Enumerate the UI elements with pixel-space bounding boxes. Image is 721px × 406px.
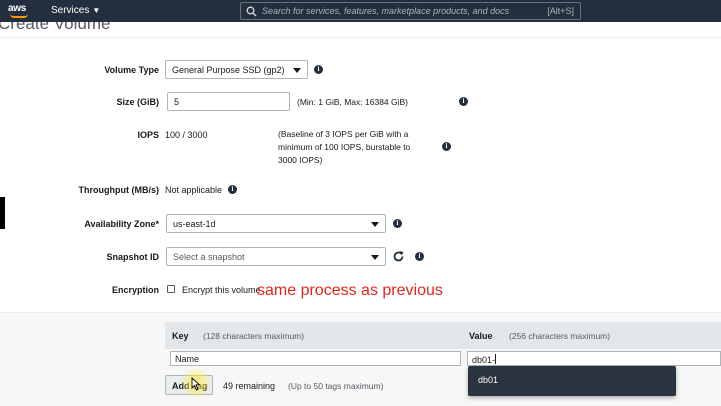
size-input[interactable]: 5 (167, 92, 290, 111)
services-label: Services (51, 5, 90, 16)
size-value: 5 (174, 97, 180, 107)
value-column-hint: (256 characters maximum) (509, 331, 611, 341)
chevron-down-icon (371, 222, 379, 227)
availability-zone-select[interactable]: us-east-1d (166, 214, 386, 233)
tag-value-input[interactable]: db01- (467, 351, 721, 366)
snapshot-placeholder: Select a snapshot (173, 252, 245, 262)
search-icon (246, 6, 257, 17)
page-title: Create Volume (0, 22, 111, 33)
search-shortcut: [Alt+S] (547, 6, 574, 16)
tag-key-input[interactable]: Name (170, 351, 461, 366)
create-volume-screen: aws Services ▼ Search for services, featu… (0, 0, 721, 406)
iops-hint: (Baseline of 3 IOPS per GiB with a minim… (278, 128, 410, 167)
page-header: Create Volume (0, 22, 721, 38)
iops-hint-line: (Baseline of 3 IOPS per GiB with a (278, 129, 409, 139)
throughput-value: Not applicable (165, 185, 223, 195)
refresh-icon[interactable] (392, 250, 405, 263)
size-hint: (Min: 1 GiB, Max: 16384 GiB) (297, 97, 409, 107)
caret-down-icon: ▼ (92, 6, 101, 15)
tags-remaining: 49 remaining (223, 381, 276, 391)
size-info-icon[interactable]: i (459, 97, 468, 106)
chevron-down-icon (371, 255, 379, 260)
throughput-label: Throughput (MB/s) (78, 185, 159, 195)
encryption-label: Encryption (111, 285, 159, 295)
text-cursor (495, 354, 497, 364)
top-nav-bar: aws Services ▼ Search for services, featu… (0, 0, 721, 22)
volume-type-select[interactable]: General Purpose SSD (gp2) (165, 60, 308, 79)
value-column-header: Value (469, 331, 493, 341)
tags-max-hint: (Up to 50 tags maximum) (288, 381, 384, 391)
chevron-down-icon (293, 68, 301, 73)
iops-info-icon[interactable]: i (442, 142, 451, 151)
services-menu[interactable]: Services ▼ (51, 5, 100, 16)
snapshot-label: Snapshot ID (106, 252, 159, 262)
tag-value-typed: db01- (472, 355, 496, 365)
mouse-pointer-icon (191, 377, 201, 391)
iops-hint-line: 3000 IOPS) (278, 155, 323, 165)
autocomplete-option[interactable]: db01 (478, 375, 498, 385)
availability-zone-label: Availability Zone* (84, 219, 159, 229)
aws-logo[interactable]: aws (8, 3, 30, 19)
left-edge-marker (0, 197, 5, 229)
aws-smile-icon (10, 14, 28, 18)
search-input[interactable]: Search for services, features, marketpla… (262, 6, 509, 16)
size-label: Size (GiB) (116, 97, 159, 107)
encrypt-checkbox-label: Encrypt this volume (182, 285, 261, 295)
tag-key-value: Name (175, 354, 200, 364)
availability-zone-info-icon[interactable]: i (393, 219, 402, 228)
throughput-info-icon[interactable]: i (228, 185, 237, 194)
tag-value-text: db01- (472, 354, 497, 365)
volume-type-value: General Purpose SSD (gp2) (172, 65, 285, 75)
key-column-header: Key (172, 331, 189, 341)
key-column-hint: (128 characters maximum) (203, 331, 305, 341)
iops-value: 100 / 3000 (165, 130, 208, 140)
volume-type-label: Volume Type (104, 65, 159, 75)
snapshot-info-icon[interactable]: i (415, 252, 424, 261)
aws-logo-text: aws (8, 3, 27, 14)
snapshot-select[interactable]: Select a snapshot (166, 247, 386, 266)
iops-hint-line: minimum of 100 IOPS, burstable to (278, 142, 411, 152)
volume-type-info-icon[interactable]: i (314, 65, 323, 74)
video-annotation: same process as previous (257, 282, 443, 299)
availability-zone-value: us-east-1d (173, 219, 216, 229)
autocomplete-dropdown: db01 (468, 366, 676, 396)
iops-label: IOPS (137, 130, 159, 140)
search-bar[interactable]: Search for services, features, marketpla… (240, 2, 581, 20)
encrypt-checkbox[interactable] (167, 285, 175, 293)
